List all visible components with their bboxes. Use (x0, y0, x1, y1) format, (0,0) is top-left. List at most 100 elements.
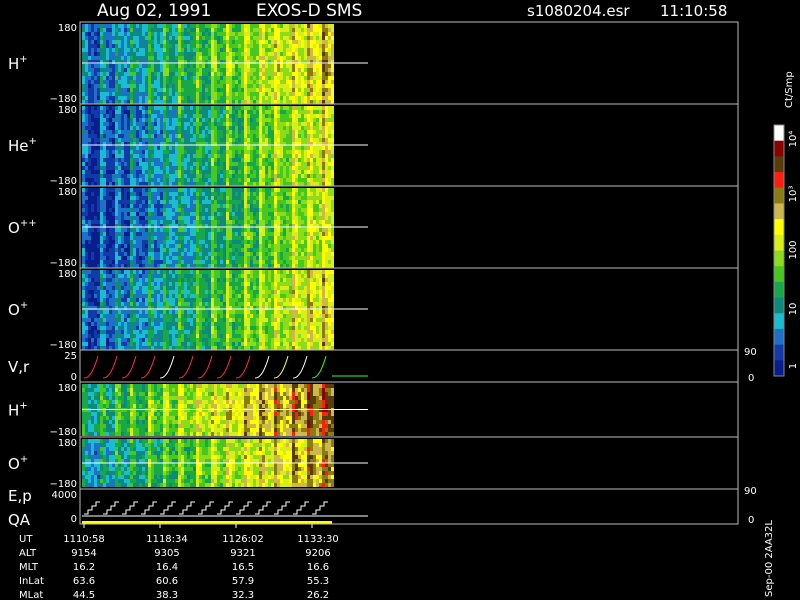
spectro-cell (223, 36, 226, 40)
spectro-cell (139, 40, 142, 44)
spectro-cell (142, 122, 145, 126)
spectro-cell (313, 56, 316, 60)
spectro-cell (103, 208, 106, 212)
spectro-cell (97, 134, 100, 138)
spectro-cell (109, 64, 112, 68)
spectro-cell (187, 248, 190, 252)
spectro-cell (241, 208, 244, 212)
spectro-cell (238, 76, 241, 80)
spectro-cell (238, 220, 241, 224)
spectro-cell (118, 228, 121, 232)
spectro-cell (301, 110, 304, 114)
spectro-cell (205, 146, 208, 150)
spectro-cell (94, 130, 97, 134)
spectro-cell (214, 40, 217, 44)
spectro-cell (211, 236, 214, 240)
spectro-cell (217, 84, 220, 88)
spectro-cell (181, 118, 184, 122)
spectro-cell (160, 252, 163, 256)
spectro-cell (238, 188, 241, 192)
spectro-cell (271, 162, 274, 166)
spectro-cell (199, 154, 202, 158)
spectro-cell (295, 208, 298, 212)
spectro-cell (277, 122, 280, 126)
spectro-cell (175, 162, 178, 166)
spectro-cell (226, 146, 229, 150)
spectro-cell (178, 28, 181, 32)
spectro-cell (238, 114, 241, 118)
spectro-cell (163, 56, 166, 60)
spectro-cell (166, 154, 169, 158)
spectro-cell (133, 240, 136, 244)
spectro-cell (325, 44, 328, 48)
spectro-cell (124, 216, 127, 220)
spectro-cell (214, 150, 217, 154)
spectro-cell (88, 28, 91, 32)
spectro-cell (238, 150, 241, 154)
spectro-cell (193, 122, 196, 126)
spectro-cell (238, 122, 241, 126)
spectro-cell (283, 188, 286, 192)
spectro-cell (301, 200, 304, 204)
spectro-cell (295, 80, 298, 84)
spectro-cell (232, 68, 235, 72)
spectro-cell (268, 196, 271, 200)
spectro-cell (301, 24, 304, 28)
spectro-cell (121, 228, 124, 232)
spectro-cell (187, 126, 190, 130)
spectro-cell (295, 106, 298, 110)
spectro-cell (205, 244, 208, 248)
spectro-cell (328, 92, 331, 96)
spectro-cell (136, 196, 139, 200)
spectro-cell (301, 100, 304, 104)
spectro-cell (118, 248, 121, 252)
spectro-cell (184, 178, 187, 182)
spectro-cell (277, 32, 280, 36)
spectro-cell (190, 264, 193, 268)
spectro-cell (298, 64, 301, 68)
spectro-cell (121, 24, 124, 28)
spectro-cell (142, 56, 145, 60)
spectro-cell (193, 260, 196, 264)
spectro-cell (163, 174, 166, 178)
spectro-cell (316, 216, 319, 220)
spectro-cell (211, 40, 214, 44)
spectro-cell (97, 80, 100, 84)
spectro-cell (280, 260, 283, 264)
spectro-cell (166, 232, 169, 236)
spectro-cell (208, 228, 211, 232)
spectro-cell (226, 154, 229, 158)
spectro-cell (244, 208, 247, 212)
spectro-cell (277, 174, 280, 178)
spectro-cell (250, 118, 253, 122)
spectro-cell (319, 252, 322, 256)
spectro-cell (82, 192, 85, 196)
spectro-cell (310, 32, 313, 36)
spectro-cell (256, 196, 259, 200)
spectro-cell (268, 170, 271, 174)
spectro-cell (100, 122, 103, 126)
spectro-cell (262, 110, 265, 114)
spectro-cell (124, 204, 127, 208)
spectro-cell (289, 146, 292, 150)
spectro-cell (223, 212, 226, 216)
spectro-cell (286, 154, 289, 158)
spectro-cell (97, 126, 100, 130)
spectro-cell (142, 24, 145, 28)
spectro-cell (136, 162, 139, 166)
spectro-cell (298, 200, 301, 204)
spectro-cell (292, 76, 295, 80)
spectro-cell (166, 68, 169, 72)
spectro-cell (235, 92, 238, 96)
spectro-cell (196, 188, 199, 192)
spectro-cell (328, 68, 331, 72)
spectro-cell (106, 138, 109, 142)
spectro-cell (106, 162, 109, 166)
spectro-cell (247, 138, 250, 142)
spectro-cell (307, 56, 310, 60)
spectro-cell (88, 44, 91, 48)
spectro-cell (127, 264, 130, 268)
spectro-cell (313, 118, 316, 122)
spectro-cell (166, 36, 169, 40)
spectro-cell (133, 178, 136, 182)
